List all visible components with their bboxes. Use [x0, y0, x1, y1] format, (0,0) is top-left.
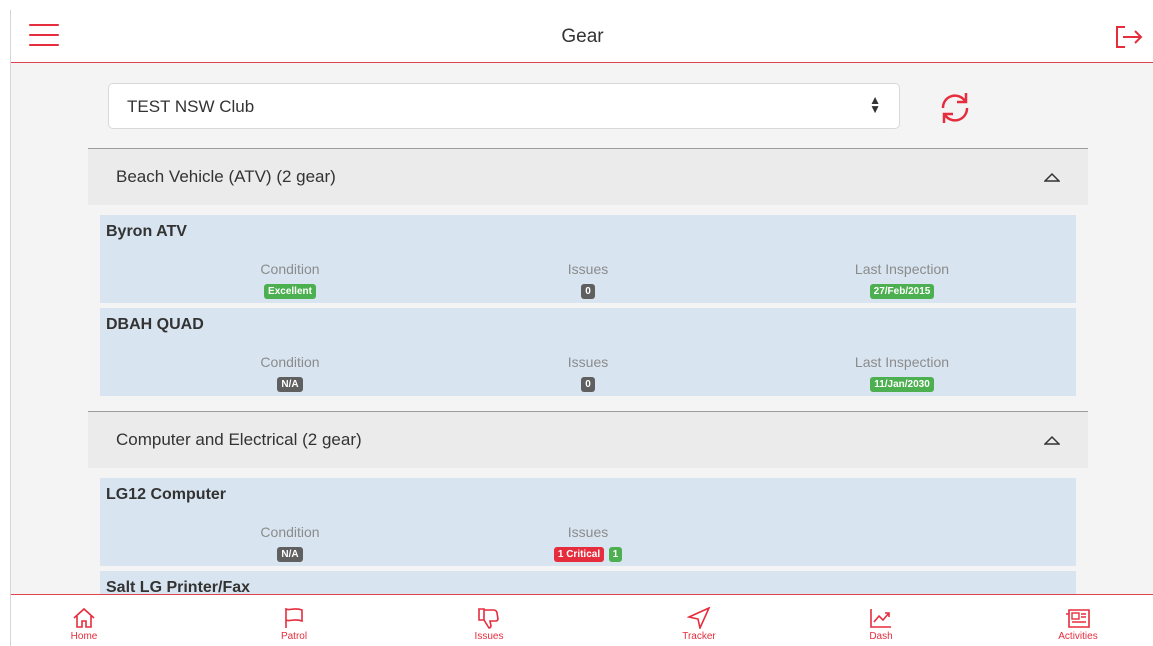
issues-badge: 0	[581, 377, 595, 392]
issues-label: Issues	[567, 354, 609, 370]
gear-card-dbah-quad[interactable]: DBAH QUAD Condition N/A Issues 0 Last In…	[100, 308, 1076, 396]
nav-dash[interactable]: Dash	[831, 595, 931, 646]
condition-badge: N/A	[277, 547, 303, 562]
refresh-icon[interactable]	[936, 90, 974, 126]
condition-badge: Excellent	[264, 284, 316, 299]
select-arrows-icon: ▲ ▼	[869, 93, 881, 116]
nav-home[interactable]: Home	[34, 595, 134, 646]
condition-label: Condition	[260, 354, 320, 370]
issues-column: Issues 0	[468, 354, 708, 392]
club-select-value: TEST NSW Club	[127, 97, 255, 116]
navigation-arrow-icon	[687, 607, 711, 629]
inspection-column: Last Inspection 27/Feb/2015	[782, 261, 1022, 299]
group-header-beach-vehicle[interactable]: Beach Vehicle (ATV) (2 gear)	[88, 148, 1088, 205]
bottom-nav: Home Patrol Issues Tracker Dash Activiti…	[11, 594, 1153, 646]
critical-issues-badge: 1 Critical	[553, 547, 605, 562]
gear-card-lg12-computer[interactable]: LG12 Computer Condition N/A Issues 1 Cri…	[100, 478, 1076, 566]
chart-icon	[870, 609, 891, 628]
inspection-badge: 11/Jan/2030	[870, 377, 934, 392]
gear-card-byron-atv[interactable]: Byron ATV Condition Excellent Issues 0 L…	[100, 215, 1076, 303]
nav-label: Tracker	[682, 631, 716, 642]
nav-label: Issues	[474, 631, 504, 642]
gear-name: LG12 Computer	[106, 486, 227, 503]
other-issues-badge: 1	[608, 547, 623, 562]
newspaper-icon	[1066, 609, 1090, 628]
gear-name: DBAH QUAD	[106, 316, 204, 333]
group-title: Computer and Electrical (2 gear)	[116, 430, 362, 449]
inspection-label: Last Inspection	[854, 354, 950, 370]
inspection-column: Last Inspection 11/Jan/2030	[782, 354, 1022, 392]
inspection-badge: 27/Feb/2015	[869, 284, 935, 299]
nav-activities[interactable]: Activities	[1028, 595, 1128, 646]
nav-tracker[interactable]: Tracker	[649, 595, 749, 646]
issues-badge: 0	[581, 284, 595, 299]
nav-issues[interactable]: Issues	[439, 595, 539, 646]
group-header-computer-electrical[interactable]: Computer and Electrical (2 gear)	[88, 411, 1088, 468]
top-bar: Gear	[11, 10, 1153, 63]
condition-label: Condition	[260, 261, 320, 277]
nav-label: Home	[70, 631, 98, 642]
condition-badge: N/A	[277, 377, 303, 392]
condition-column: Condition N/A	[170, 524, 410, 562]
issues-column: Issues 0	[468, 261, 708, 299]
nav-patrol[interactable]: Patrol	[244, 595, 344, 646]
condition-column: Condition N/A	[170, 354, 410, 392]
condition-column: Condition Excellent	[170, 261, 410, 299]
app-frame: Gear TEST NSW Club ▲ ▼ Beach Vehicle (ATV…	[10, 10, 1153, 646]
issues-label: Issues	[567, 261, 609, 277]
issues-column: Issues 1 Critical 1	[468, 524, 708, 562]
condition-label: Condition	[260, 524, 320, 540]
issues-label: Issues	[567, 524, 609, 540]
group-title: Beach Vehicle (ATV) (2 gear)	[116, 167, 336, 186]
page-title: Gear	[561, 26, 604, 47]
inspection-label: Last Inspection	[854, 261, 950, 277]
logout-icon[interactable]	[1112, 22, 1146, 52]
gear-name: Byron ATV	[106, 223, 187, 240]
collapse-icon	[1044, 172, 1060, 182]
nav-label: Activities	[1058, 631, 1098, 642]
nav-label: Dash	[869, 631, 893, 642]
home-icon	[73, 607, 95, 628]
flag-icon	[285, 607, 303, 628]
collapse-icon	[1044, 435, 1060, 445]
club-select[interactable]: TEST NSW Club ▲ ▼	[108, 83, 900, 129]
thumbs-down-icon	[478, 608, 499, 629]
nav-label: Patrol	[280, 631, 308, 642]
